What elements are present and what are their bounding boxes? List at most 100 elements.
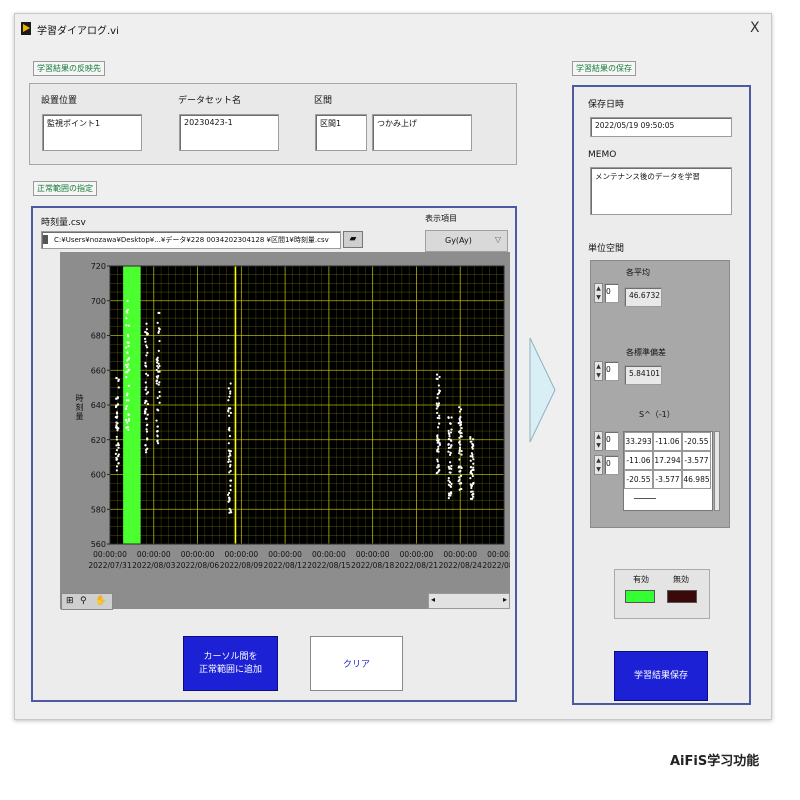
y-tick-label: 680	[91, 332, 106, 341]
data-point	[228, 434, 232, 438]
data-point	[155, 361, 159, 364]
matrix-row-spinner[interactable]: ▲ ▼	[594, 431, 603, 451]
data-point	[472, 444, 475, 447]
matrix-col-index[interactable]: 0	[604, 455, 619, 475]
data-point	[146, 413, 149, 416]
memo-field[interactable]: メンテナンス後のデータを学習	[590, 167, 732, 215]
x-scrollbar[interactable]: ◂ ▸	[428, 593, 510, 609]
data-point	[145, 386, 148, 389]
x-tick-time: 00:00:00	[487, 550, 510, 559]
location-label: 設置位置	[41, 96, 78, 106]
data-point	[145, 392, 148, 395]
data-point	[124, 407, 128, 411]
data-point	[447, 483, 450, 486]
x-tick-date: 2022/08/27	[482, 561, 510, 570]
matrix-cell[interactable]: 17.294	[653, 451, 682, 470]
save-group: 保存日時 2022/05/19 09:50:05 MEMO メンテナンス後のデー…	[572, 85, 751, 705]
data-point	[470, 486, 473, 490]
dataset-field[interactable]: 20230423-1	[179, 114, 279, 151]
data-point	[145, 322, 148, 325]
interval-note-field[interactable]: つかみ上げ	[372, 114, 472, 151]
pan-hand-icon[interactable]: ✋	[95, 596, 106, 606]
y-tick-label: 640	[91, 401, 106, 410]
matrix-cell[interactable]: -20.55	[682, 432, 711, 451]
crosshair-icon[interactable]: ⊞	[66, 596, 74, 606]
matrix-cell[interactable]: -11.06	[653, 432, 682, 451]
data-point	[127, 368, 131, 371]
data-point	[471, 474, 474, 478]
scroll-left-icon[interactable]: ◂	[431, 595, 435, 604]
data-point	[125, 394, 129, 397]
std-index-field[interactable]: 0	[604, 361, 619, 381]
scroll-right-icon[interactable]: ▸	[503, 595, 507, 604]
data-point	[469, 469, 473, 473]
data-point	[437, 445, 440, 448]
interval-field[interactable]: 区間1	[315, 114, 367, 151]
data-point	[145, 430, 149, 433]
zoom-icon[interactable]: ⚲	[80, 596, 87, 606]
data-point	[229, 390, 232, 393]
data-point	[144, 361, 147, 365]
matrix-cell[interactable]: -3.577	[653, 470, 682, 489]
folder-browse-icon[interactable]: ▰	[343, 231, 363, 248]
data-point	[115, 456, 118, 459]
scatter-chart[interactable]: 72070068066064062060058056000:00:002022/…	[60, 252, 510, 609]
file-path-field[interactable]: C:¥Users¥nozawa¥Desktop¥...¥データ¥228 0034…	[41, 231, 341, 249]
data-point	[435, 373, 439, 376]
save-result-button[interactable]: 学習結果保存	[614, 651, 708, 701]
data-point	[227, 409, 230, 412]
data-point	[436, 448, 439, 452]
interval-label: 区間	[314, 96, 333, 106]
y-tick-label: 700	[91, 297, 106, 306]
data-point	[155, 368, 158, 372]
data-point	[156, 434, 159, 437]
matrix-cell[interactable]: -3.577	[682, 451, 711, 470]
std-index-spinner[interactable]: ▲ ▼	[594, 361, 603, 381]
data-point	[157, 327, 161, 330]
display-item-select[interactable]: Gy(Ay) ▽	[425, 230, 508, 252]
data-point	[145, 428, 148, 431]
data-point	[117, 386, 120, 389]
matrix-cell[interactable]: -20.55	[624, 470, 653, 489]
save-section-title: 学習結果の保存	[572, 61, 636, 76]
data-point	[125, 399, 128, 402]
file-name-label: 時刻量.csv	[41, 218, 86, 228]
data-point	[146, 437, 149, 440]
data-point	[472, 466, 475, 469]
matrix-scrollbar[interactable]	[714, 431, 720, 511]
save-datetime-field[interactable]: 2022/05/19 09:50:05	[590, 117, 732, 137]
data-point	[117, 454, 120, 458]
clear-button[interactable]: クリア	[310, 636, 403, 691]
data-point	[115, 469, 118, 472]
data-point	[126, 311, 129, 314]
data-point	[229, 382, 232, 385]
data-point	[459, 474, 463, 477]
data-point	[155, 419, 158, 422]
matrix-cell[interactable]: 33.293	[624, 432, 653, 451]
x-tick-time: 00:00:00	[268, 550, 302, 559]
data-point	[125, 375, 128, 379]
matrix-col-spinner[interactable]: ▲ ▼	[594, 455, 603, 475]
data-point	[469, 455, 472, 458]
data-point	[449, 461, 452, 464]
add-to-normal-range-button[interactable]: カーソル間を 正常範囲に追加	[183, 636, 278, 691]
matrix-row-index[interactable]: 0	[604, 431, 619, 451]
data-point	[436, 404, 439, 407]
graph-palette: ⊞ ⚲ ✋	[61, 593, 113, 610]
data-point	[144, 340, 147, 343]
data-point	[145, 354, 148, 357]
matrix-cell[interactable]: 46.985	[682, 470, 711, 489]
mean-index-field[interactable]: 0	[604, 283, 619, 303]
close-button[interactable]: X	[750, 20, 760, 36]
data-point	[115, 421, 118, 424]
data-point	[469, 435, 472, 439]
location-field[interactable]: 監視ポイント1	[42, 114, 142, 151]
data-point	[226, 493, 230, 496]
data-point	[459, 408, 463, 411]
matrix-cell[interactable]: -11.06	[624, 451, 653, 470]
data-point	[438, 414, 441, 417]
inverse-matrix-table: 33.293 -11.06 -20.55 -11.06 17.294 -3.57…	[623, 431, 713, 511]
x-tick-date: 2022/08/03	[132, 561, 175, 570]
mean-index-spinner[interactable]: ▲ ▼	[594, 283, 603, 303]
data-point	[450, 428, 453, 431]
